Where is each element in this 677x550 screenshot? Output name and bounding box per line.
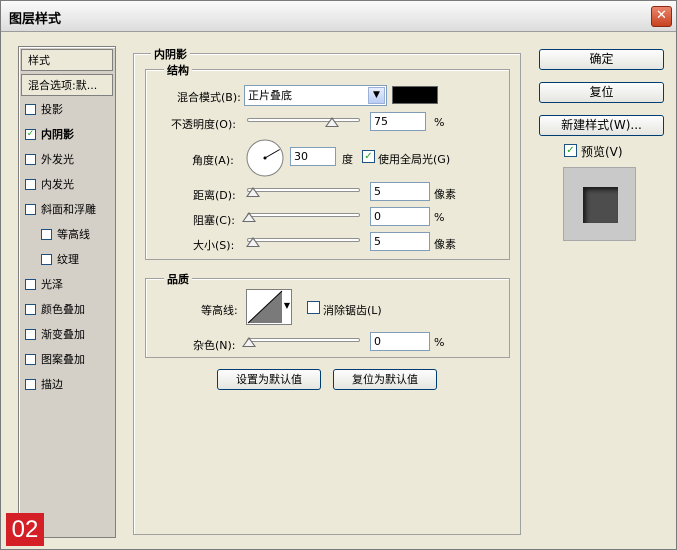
preview-label: 预览(V) bbox=[581, 145, 623, 159]
style-list-item[interactable]: 样式 bbox=[21, 49, 113, 71]
size-slider-thumb[interactable] bbox=[246, 237, 260, 247]
blend-mode-label: 混合模式(B): bbox=[177, 91, 241, 104]
choke-slider-thumb[interactable] bbox=[242, 212, 256, 222]
style-list-item[interactable]: 内发光 bbox=[21, 174, 113, 196]
opacity-slider-thumb[interactable] bbox=[324, 117, 339, 127]
style-list-label: 光泽 bbox=[41, 278, 63, 291]
choke-slider[interactable] bbox=[247, 213, 360, 217]
opacity-slider[interactable] bbox=[247, 118, 360, 122]
size-input[interactable]: 5 bbox=[370, 232, 430, 251]
styles-list: 样式混合选项:默... 投影 ✓ 内阴影外发光内发光斜面和浮雕等高线纹理光泽颜色叠加渐… bbox=[18, 46, 116, 538]
style-list-item[interactable]: 光泽 bbox=[21, 274, 113, 296]
style-checkbox[interactable] bbox=[25, 179, 36, 190]
style-list-label: 纹理 bbox=[57, 253, 79, 266]
contour-dropdown-icon[interactable]: ▼ bbox=[284, 301, 290, 310]
style-checkbox[interactable] bbox=[41, 254, 52, 265]
opacity-label: 不透明度(O): bbox=[171, 118, 236, 131]
new-style-button[interactable]: 新建样式(W)... bbox=[539, 115, 664, 136]
reset-button[interactable]: 复位 bbox=[539, 82, 664, 103]
style-checkbox[interactable] bbox=[25, 279, 36, 290]
noise-label: 杂色(N): bbox=[193, 339, 236, 352]
contour-picker[interactable]: ▼ bbox=[246, 289, 292, 325]
antialias-label: 消除锯齿(L) bbox=[323, 304, 382, 317]
style-list-label: 斜面和浮雕 bbox=[41, 203, 96, 216]
style-list-item[interactable]: 外发光 bbox=[21, 149, 113, 171]
distance-input[interactable]: 5 bbox=[370, 182, 430, 201]
style-list-label: 投影 bbox=[41, 103, 63, 116]
style-list-item[interactable]: 斜面和浮雕 bbox=[21, 199, 113, 221]
style-checkbox[interactable] bbox=[25, 154, 36, 165]
style-checkbox[interactable] bbox=[25, 104, 36, 115]
size-label: 大小(S): bbox=[193, 239, 235, 252]
style-list-item[interactable]: 等高线 bbox=[21, 224, 113, 246]
distance-slider-thumb[interactable] bbox=[246, 187, 260, 197]
noise-slider[interactable] bbox=[247, 338, 360, 342]
style-list-label: 渐变叠加 bbox=[41, 328, 85, 341]
contour-label: 等高线: bbox=[201, 304, 238, 317]
preview-checkbox[interactable]: ✓ bbox=[564, 144, 577, 157]
choke-input[interactable]: 0 bbox=[370, 207, 430, 226]
title-bar: 图层样式 ✕ bbox=[1, 1, 676, 32]
distance-unit: 像素 bbox=[434, 188, 456, 201]
reset-default-button[interactable]: 复位为默认值 bbox=[333, 369, 437, 390]
ok-button[interactable]: 确定 bbox=[539, 49, 664, 70]
preview-thumbnail bbox=[563, 167, 636, 241]
size-unit: 像素 bbox=[434, 238, 456, 251]
style-checkbox[interactable] bbox=[25, 304, 36, 315]
angle-input[interactable]: 30 bbox=[290, 147, 336, 166]
choke-label: 阻塞(C): bbox=[193, 214, 235, 227]
style-checkbox[interactable] bbox=[25, 204, 36, 215]
opacity-input[interactable]: 75 bbox=[370, 112, 426, 131]
style-checkbox[interactable]: ✓ bbox=[25, 129, 36, 140]
quality-title: 品质 bbox=[164, 271, 192, 287]
opacity-unit: % bbox=[434, 116, 445, 129]
global-light-label: 使用全局光(G) bbox=[378, 153, 451, 166]
antialias-checkbox[interactable] bbox=[307, 301, 320, 314]
style-list-label: 图案叠加 bbox=[41, 353, 85, 366]
size-slider[interactable] bbox=[247, 238, 360, 242]
style-checkbox[interactable] bbox=[25, 379, 36, 390]
angle-unit: 度 bbox=[342, 153, 353, 166]
style-checkbox[interactable] bbox=[25, 354, 36, 365]
style-list-label: 样式 bbox=[28, 54, 50, 67]
contour-linear-icon bbox=[247, 290, 283, 324]
style-checkbox[interactable] bbox=[25, 329, 36, 340]
chevron-down-icon[interactable]: ▼ bbox=[368, 87, 385, 104]
style-list-item[interactable]: 描边 bbox=[21, 374, 113, 396]
angle-dial[interactable] bbox=[245, 138, 285, 178]
style-list-label: 等高线 bbox=[57, 228, 90, 241]
noise-input[interactable]: 0 bbox=[370, 332, 430, 351]
noise-unit: % bbox=[434, 336, 445, 349]
shadow-color-swatch[interactable] bbox=[392, 86, 438, 104]
global-light-checkbox[interactable]: ✓ bbox=[362, 150, 375, 163]
window-title: 图层样式 bbox=[9, 12, 62, 27]
style-list-label: 内发光 bbox=[41, 178, 74, 191]
distance-slider[interactable] bbox=[247, 188, 360, 192]
style-list-label: 描边 bbox=[41, 378, 63, 391]
section-title: 内阴影 bbox=[151, 46, 190, 62]
style-list-item[interactable]: 渐变叠加 bbox=[21, 324, 113, 346]
style-list-item[interactable]: 混合选项:默... bbox=[21, 74, 113, 96]
choke-unit: % bbox=[434, 211, 445, 224]
blend-mode-value: 正片叠底 bbox=[248, 89, 292, 102]
step-badge: 02 bbox=[6, 513, 44, 546]
close-icon[interactable]: ✕ bbox=[651, 6, 672, 27]
style-list-label: 颜色叠加 bbox=[41, 303, 85, 316]
blend-mode-select[interactable]: 正片叠底 ▼ bbox=[244, 85, 387, 106]
structure-title: 结构 bbox=[164, 62, 192, 78]
style-checkbox[interactable] bbox=[41, 229, 52, 240]
noise-slider-thumb[interactable] bbox=[242, 337, 256, 347]
style-list-label: 内阴影 bbox=[41, 128, 74, 141]
style-list-item[interactable]: 颜色叠加 bbox=[21, 299, 113, 321]
style-list-item[interactable]: 图案叠加 bbox=[21, 349, 113, 371]
angle-label: 角度(A): bbox=[192, 154, 234, 167]
style-list-label: 混合选项:默... bbox=[28, 79, 98, 92]
style-list-item[interactable]: ✓ 内阴影 bbox=[21, 124, 113, 146]
distance-label: 距离(D): bbox=[193, 189, 236, 202]
style-list-item[interactable]: 纹理 bbox=[21, 249, 113, 271]
style-list-label: 外发光 bbox=[41, 153, 74, 166]
style-list-item[interactable]: 投影 bbox=[21, 99, 113, 121]
set-default-button[interactable]: 设置为默认值 bbox=[217, 369, 321, 390]
layer-style-dialog: 图层样式 ✕ 样式混合选项:默... 投影 ✓ 内阴影外发光内发光斜面和浮雕等高线纹理… bbox=[0, 0, 677, 550]
